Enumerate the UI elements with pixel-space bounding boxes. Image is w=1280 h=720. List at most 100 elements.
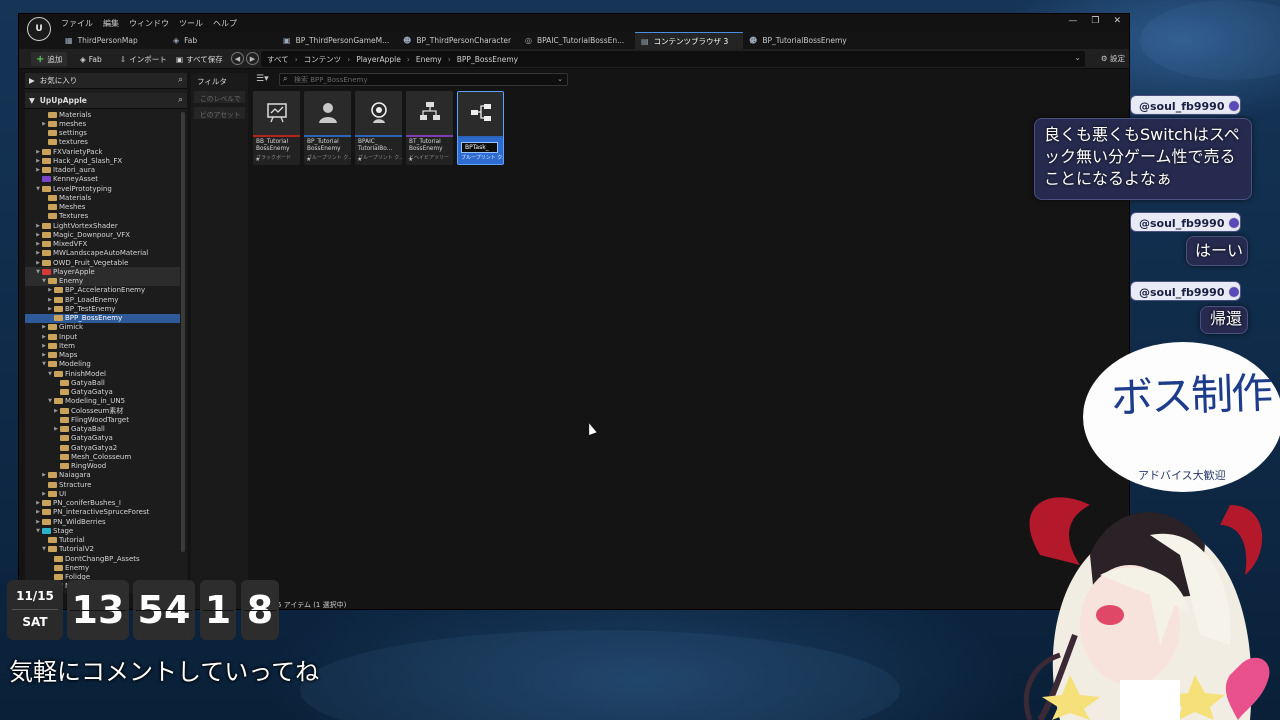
menu-item-window[interactable]: ウィンドウ xyxy=(129,18,169,29)
chevron-right-icon[interactable]: ▶ xyxy=(53,426,59,432)
chevron-right-icon[interactable]: ▶ xyxy=(41,472,47,478)
tree-item[interactable]: Materials xyxy=(25,193,180,202)
tree-item[interactable]: ▶ Maps xyxy=(25,351,180,360)
breadcrumb-item[interactable]: コンテンツ xyxy=(304,54,342,65)
tab-5[interactable]: ▤ コンテンツブラウザ 3 ✕ xyxy=(635,32,756,49)
filter-item[interactable]: このレベルで xyxy=(194,91,245,103)
close-icon[interactable]: ✕ xyxy=(1113,16,1121,26)
tree-item[interactable]: Stracture xyxy=(25,480,180,489)
tree-item[interactable]: ▼ Stage xyxy=(25,526,180,535)
tree-item[interactable]: ▼ FinishModel xyxy=(25,369,180,378)
chevron-down-icon[interactable]: ⌄ xyxy=(557,75,563,83)
tab-6[interactable]: ☻ BP_TutorialBossEnemy xyxy=(743,32,863,49)
chevron-right-icon[interactable]: ▶ xyxy=(35,250,41,256)
breadcrumb-item[interactable]: すべて xyxy=(267,54,289,65)
tree-item[interactable]: settings xyxy=(25,129,180,138)
asset-rename-input[interactable]: BPTask_ xyxy=(461,142,498,153)
filter-icon[interactable]: ☰▾ xyxy=(256,74,269,84)
tree-item[interactable]: RingWood xyxy=(25,462,180,471)
chevron-right-icon[interactable]: ▶ xyxy=(35,232,41,238)
tree-item[interactable]: ▼ Modeling_in_UN5 xyxy=(25,397,180,406)
tree-item[interactable]: Materials xyxy=(25,110,180,119)
menu-item-edit[interactable]: 編集 xyxy=(103,18,119,29)
tree-item[interactable]: ▶ GatyaBall xyxy=(25,425,180,434)
chevron-right-icon[interactable]: ▶ xyxy=(35,260,41,266)
chevron-right-icon[interactable]: ▶ xyxy=(41,121,47,127)
save-all-button[interactable]: ▣ すべて保存 xyxy=(171,52,228,66)
fab-button[interactable]: ◈ Fab xyxy=(75,52,107,66)
menu-item-help[interactable]: ヘルプ xyxy=(213,18,237,29)
tab-4[interactable]: ◎ BPAIC_TutorialBossEn... xyxy=(519,32,635,49)
tree-item[interactable]: BPP_BossEnemy xyxy=(25,313,180,323)
history-back-icon[interactable]: ◀ xyxy=(231,52,244,65)
chevron-right-icon[interactable]: ▶ xyxy=(35,149,41,155)
tree-item[interactable]: GatyaGatya xyxy=(25,388,180,397)
search-icon[interactable]: ⌕ xyxy=(178,95,183,105)
chevron-down-icon[interactable]: ▼ xyxy=(41,361,47,367)
tree-item[interactable]: Textures xyxy=(25,212,180,221)
asset-tile[interactable]: BPTask_ ブループリント ク... xyxy=(457,91,504,165)
tab-2[interactable]: ▣ BP_ThirdPersonGameM... xyxy=(277,32,397,49)
tree-item[interactable]: ▶ Item xyxy=(25,341,180,350)
tree-item[interactable]: ▶ Colosseum素材 xyxy=(25,406,180,415)
minimize-icon[interactable]: — xyxy=(1068,16,1077,26)
chevron-right-icon[interactable]: ▶ xyxy=(41,334,47,340)
tree-item[interactable]: Meshes xyxy=(25,203,180,212)
history-forward-icon[interactable]: ▶ xyxy=(246,52,259,65)
star-icon[interactable]: ★ xyxy=(357,156,362,163)
chevron-right-icon[interactable]: ▶ xyxy=(47,297,53,303)
chevron-right-icon[interactable]: ▶ xyxy=(35,158,41,164)
tree-item[interactable]: ▶ MWLandscapeAutoMaterial xyxy=(25,249,180,258)
tree-item[interactable]: ▼ PlayerApple xyxy=(25,267,180,277)
chevron-down-icon[interactable]: ▼ xyxy=(47,371,53,377)
tree-item[interactable]: GatyaGatya xyxy=(25,434,180,443)
tree-item[interactable]: Tutorial xyxy=(25,536,180,545)
asset-tile[interactable]: BT_Tutorial BossEnemy ビヘイビアツリー ★ xyxy=(406,91,453,165)
scrollbar[interactable] xyxy=(181,112,185,552)
tree-item[interactable]: ▶ Magic_Downpour_VFX xyxy=(25,230,180,239)
chevron-right-icon[interactable]: ▶ xyxy=(35,241,41,247)
tree-item[interactable]: ▶ PN_interactiveSpruceForest xyxy=(25,508,180,517)
chevron-right-icon[interactable]: ▶ xyxy=(41,352,47,358)
tree-item[interactable]: ▶ OWD_Fruit_Vegetable xyxy=(25,258,180,267)
tab-3[interactable]: ☻ BP_ThirdPersonCharacter xyxy=(397,32,519,49)
chevron-right-icon[interactable]: ▶ xyxy=(35,223,41,229)
breadcrumb-item[interactable]: BPP_BossEnemy xyxy=(457,55,518,64)
chevron-right-icon[interactable]: ▶ xyxy=(53,408,59,414)
tree-item[interactable]: ▶ UI xyxy=(25,489,180,498)
asset-search-input[interactable]: ⌕ 検索 BPP_BossEnemy ⌄ xyxy=(279,73,568,86)
chevron-right-icon[interactable]: ▶ xyxy=(47,306,53,312)
menu-item-tools[interactable]: ツール xyxy=(179,18,203,29)
chevron-right-icon[interactable]: ▶ xyxy=(35,500,41,506)
tree-item[interactable]: GatyaGatya2 xyxy=(25,443,180,452)
tree-item[interactable]: ▶ Input xyxy=(25,332,180,341)
tree-item[interactable]: Mesh_Colosseum xyxy=(25,452,180,461)
chevron-down-icon[interactable]: ▼ xyxy=(35,269,41,275)
chevron-right-icon[interactable]: ▶ xyxy=(41,491,47,497)
chevron-down-icon[interactable]: ▼ xyxy=(47,398,53,404)
filter-item[interactable]: ビのアセット xyxy=(194,107,245,119)
chevron-down-icon[interactable]: ▼ xyxy=(35,186,41,192)
chevron-down-icon[interactable]: ▼ xyxy=(41,278,47,284)
asset-tile[interactable]: BPAIC_ TutorialBo... ブループリント ク... ★ xyxy=(355,91,402,165)
star-icon[interactable]: ★ xyxy=(408,156,413,163)
tree-item[interactable]: ▶ FXVarietyPack xyxy=(25,147,180,156)
asset-tile[interactable]: BB_Tutorial BossEnemy ブラックボード ★ xyxy=(253,91,300,165)
chevron-down-icon[interactable]: ⌄ xyxy=(1074,53,1081,62)
tree-item[interactable]: ▶ MixedVFX xyxy=(25,240,180,249)
search-icon[interactable]: ⌕ xyxy=(178,75,183,85)
chevron-right-icon[interactable]: ▶ xyxy=(35,509,41,515)
tree-item[interactable]: ▶ PN_coniferBushes_I xyxy=(25,499,180,508)
star-icon[interactable]: ★ xyxy=(306,156,311,163)
tree-item[interactable]: GatyaBall xyxy=(25,378,180,387)
chevron-right-icon[interactable]: ▶ xyxy=(35,167,41,173)
tree-item[interactable]: ▶ Hack_And_Slash_FX xyxy=(25,156,180,165)
tree-item[interactable]: KenneyAsset xyxy=(25,175,180,184)
tab-1[interactable]: ◈ Fab xyxy=(167,32,277,49)
asset-tile[interactable]: BP_Tutorial BossEnemy ブループリント ク... ★ xyxy=(304,91,351,165)
tab-0[interactable]: ▦ ThirdPersonMap xyxy=(59,32,167,49)
tree-item[interactable]: ▼ Modeling xyxy=(25,360,180,369)
tree-item[interactable]: ▶ Itadori_aura xyxy=(25,166,180,175)
tree-item[interactable]: ▶ BP_TestEnemy xyxy=(25,304,180,313)
chevron-right-icon[interactable]: ▶ xyxy=(35,519,41,525)
